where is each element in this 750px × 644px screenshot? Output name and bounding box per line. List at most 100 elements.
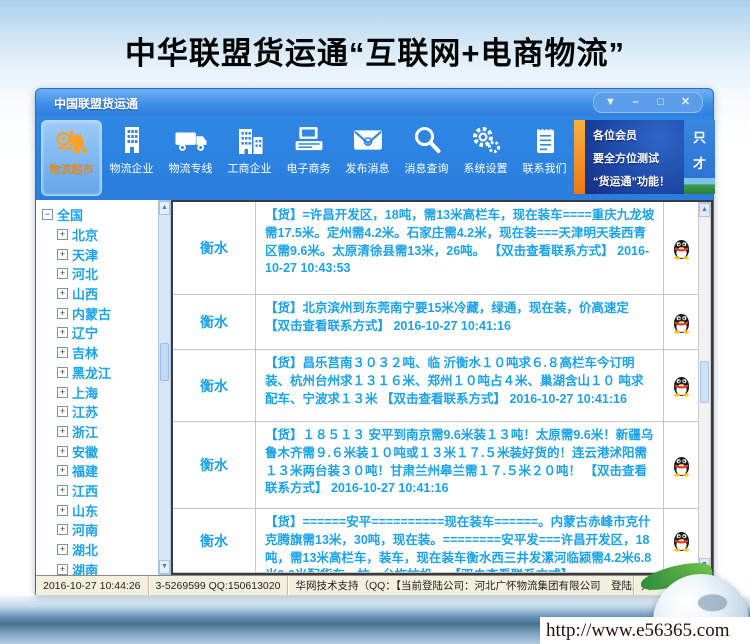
expand-icon[interactable]: + [57, 229, 68, 240]
expand-icon[interactable]: + [57, 524, 68, 535]
banner-line: “货运通”功能！ [593, 173, 678, 189]
expand-icon[interactable]: + [57, 505, 68, 516]
tree-item-黑龙江[interactable]: + 黑龙江 [57, 363, 171, 383]
tree-item-湖北[interactable]: + 湖北 [57, 540, 171, 560]
banner-line: 各位会员 [593, 127, 678, 143]
scrollbar-thumb[interactable] [160, 343, 169, 381]
toolbar-item-2[interactable]: 物流企业 [102, 120, 161, 194]
message-rows: 衡水【货】=许昌开发区，18吨，需13米高栏车，现在装车====重庆九龙坡需17… [173, 202, 698, 573]
tree-item-山东[interactable]: +山东 [57, 500, 171, 520]
minimize-button[interactable]: – [624, 94, 647, 111]
tree-item-label: 内蒙古 [72, 304, 111, 323]
toolbar-item-5[interactable]: 电子商务 [279, 120, 338, 194]
close-button[interactable]: ✕ [674, 94, 697, 111]
toolbar-items: 物流超市物流企业物流专线工商企业电子商务发布消息消息查询系统设置联系我们 [41, 120, 574, 196]
expand-icon[interactable]: + [57, 288, 68, 299]
city-cell: 衡水 [173, 422, 256, 508]
message-row[interactable]: 衡水【货】北京滨州到东莞南宁要15米冷藏，绿通，现在装，价高速定 【双击查看联系… [173, 295, 698, 350]
message-text: 【货】北京滨州到东莞南宁要15米冷藏，绿通，现在装，价高速定 【双击查看联系方式… [256, 295, 664, 349]
banner-side-char: 只 [693, 127, 706, 146]
tree-item-label: 上海 [72, 383, 98, 402]
toolbar-item-9[interactable]: 联系我们 [515, 120, 574, 194]
tree-item-江西[interactable]: +江西 [57, 481, 171, 501]
search-icon [409, 123, 445, 157]
expand-icon[interactable]: + [57, 249, 68, 260]
maximize-button[interactable]: □ [649, 94, 672, 111]
landscape-thumbnail [684, 178, 715, 194]
banner-side-panel: 只 才 [684, 120, 715, 194]
toolbar-item-7[interactable]: 消息查询 [397, 120, 456, 194]
scroll-up-icon[interactable]: ▲ [159, 201, 170, 215]
collapse-icon[interactable]: − [42, 209, 53, 220]
qq-contact-cell[interactable] [664, 422, 698, 508]
list-scrollbar[interactable]: ▲ ▼ [698, 202, 711, 573]
tree-item-全国[interactable]: −全国 [42, 205, 171, 225]
expand-icon[interactable]: + [57, 426, 68, 437]
expand-icon[interactable]: + [57, 465, 68, 476]
tree-item-天津[interactable]: + 天津 [57, 244, 171, 264]
qq-contact-cell[interactable] [664, 295, 698, 349]
gear-icon [468, 123, 504, 157]
qq-penguin-icon [672, 311, 691, 334]
tree-item-label: 河南 [72, 520, 98, 539]
tree-item-label: 黑龙江 [72, 363, 111, 382]
scrollbar-thumb[interactable] [700, 361, 709, 403]
expand-icon[interactable]: + [57, 446, 68, 457]
expand-icon[interactable]: + [57, 268, 68, 279]
tree-item-安徽[interactable]: + 安徽 [57, 441, 171, 461]
message-row[interactable]: 衡水【货】昌乐莒南３０３２吨、临 沂衡水１０吨求６.８高栏车今订明装、杭州台州求… [173, 350, 698, 422]
tree-item-江苏[interactable]: + 江苏 [57, 402, 171, 422]
tree-item-辽宁[interactable]: +辽宁 [57, 323, 171, 343]
scroll-down-icon[interactable]: ▼ [159, 560, 170, 574]
tree-item-山西[interactable]: +山西 [57, 284, 171, 304]
city-cell: 衡水 [173, 202, 256, 294]
expand-icon[interactable]: + [57, 406, 68, 417]
message-row[interactable]: 衡水【货】=许昌开发区，18吨，需13米高栏车，现在装车====重庆九龙坡需17… [173, 202, 698, 295]
toolbar-item-4[interactable]: 工商企业 [220, 120, 279, 194]
message-row[interactable]: 衡水【货】======安平==========现在装车======。内蒙古赤峰市… [173, 509, 698, 573]
forklift-icon [54, 124, 90, 158]
expand-icon[interactable]: + [57, 485, 68, 496]
tree-item-湖南[interactable]: +湖南 [57, 559, 171, 575]
expand-icon[interactable]: + [57, 387, 68, 398]
expand-icon[interactable]: + [57, 367, 68, 378]
notepad-icon [527, 123, 563, 157]
tree-item-上海[interactable]: + 上海 [57, 382, 171, 402]
qq-contact-cell[interactable] [664, 202, 698, 294]
main-toolbar: 物流超市物流企业物流专线工商企业电子商务发布消息消息查询系统设置联系我们 各位会… [36, 116, 713, 200]
freight-message-table: 衡水【货】=许昌开发区，18吨，需13米高栏车，现在装车====重庆九龙坡需17… [171, 200, 713, 575]
toolbar-item-1[interactable]: 物流超市 [41, 120, 102, 196]
scroll-up-icon[interactable]: ▲ [699, 203, 710, 217]
tree-item-浙江[interactable]: +浙江 [57, 422, 171, 442]
toolbar-item-label: 联系我们 [523, 160, 567, 176]
tree-item-label: 湖北 [72, 540, 98, 559]
tree-item-label: 福建 [72, 461, 98, 480]
expand-icon[interactable]: + [57, 564, 68, 575]
expand-icon[interactable]: + [57, 308, 68, 319]
toolbar-item-label: 物流企业 [110, 160, 154, 176]
message-text: 【货】=许昌开发区，18吨，需13米高栏车，现在装车====重庆九龙坡需17.5… [256, 202, 664, 294]
expand-icon[interactable]: + [57, 327, 68, 338]
message-row[interactable]: 衡水【货】１８５１３ 安平到南京需9.6米装１３吨！太原需9.6米！新疆乌鲁木齐… [173, 422, 698, 509]
tree-item-河南[interactable]: + 河南 [57, 520, 171, 540]
expand-icon[interactable]: + [57, 544, 68, 555]
qq-contact-cell[interactable] [664, 350, 698, 421]
tree-item-内蒙古[interactable]: + 内蒙古 [57, 303, 171, 323]
tree-item-label: 安徽 [72, 442, 98, 461]
rollup-button[interactable]: ▼ [599, 94, 622, 111]
banner-line: 要全方位测试 [593, 150, 678, 166]
toolbar-item-3[interactable]: 物流专线 [161, 120, 220, 194]
tree-item-吉林[interactable]: +吉林 [57, 343, 171, 363]
tree-item-福建[interactable]: + 福建 [57, 461, 171, 481]
main-area: −全国+北京+天津+河北+山西+内蒙古+辽宁+吉林+黑龙江+上海+江苏+浙江+安… [36, 200, 713, 575]
expand-icon[interactable]: + [57, 347, 68, 358]
tree-scrollbar[interactable]: ▲ ▼ [158, 200, 171, 575]
truck-icon [173, 123, 209, 157]
tree-item-河北[interactable]: +河北 [57, 264, 171, 284]
member-notice-banner: 各位会员 要全方位测试 “货运通”功能！ [585, 120, 684, 194]
toolbar-item-8[interactable]: 系统设置 [456, 120, 515, 194]
tree-item-label: 天津 [72, 245, 98, 264]
tree-item-北京[interactable]: +北京 [57, 225, 171, 245]
toolbar-item-6[interactable]: 发布消息 [338, 120, 397, 194]
tree-item-label: 江苏 [72, 402, 98, 421]
